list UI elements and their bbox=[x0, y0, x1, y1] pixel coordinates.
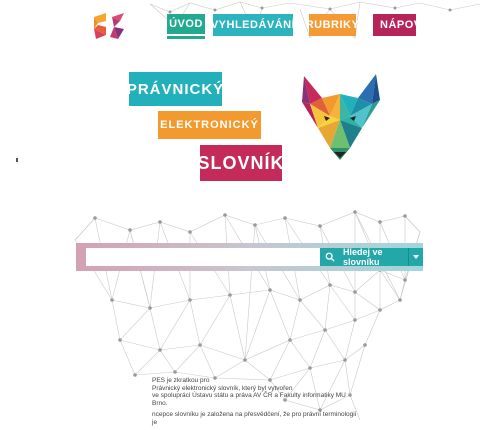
intro-line: PES je zkratkou pro bbox=[152, 377, 210, 384]
caret-down-icon bbox=[413, 255, 419, 259]
nav-item-vyhledavani[interactable]: Vyhledávání bbox=[211, 14, 295, 36]
intro-line: ncepce slovníku je založena na přesvědče… bbox=[152, 411, 357, 426]
search-dropdown-toggle[interactable] bbox=[408, 248, 423, 266]
title-line-1: Právnický bbox=[127, 72, 223, 106]
search-button[interactable]: Hledej ve slovníku bbox=[320, 247, 408, 267]
nav-item-rubriky[interactable]: Rubriky bbox=[306, 14, 359, 36]
intro-line: Právnický elektronický slovník, který by… bbox=[152, 384, 293, 392]
intro-line: ve spolupráci Ústavu státu a práva AV ČR… bbox=[152, 392, 346, 407]
title-line-3: Slovník bbox=[198, 145, 284, 181]
network-background bbox=[74, 1, 481, 421]
nav-item-uvod[interactable]: Úvod bbox=[167, 14, 205, 36]
search-icon bbox=[325, 252, 335, 262]
nav-item-napoveda[interactable]: Nápově bbox=[373, 14, 429, 36]
decorative-mark bbox=[16, 158, 18, 162]
search-button-label: Hledej ve slovníku bbox=[342, 247, 383, 267]
fox-mascot-icon bbox=[302, 74, 380, 160]
es-logo[interactable] bbox=[92, 13, 128, 41]
title-line-2: Elektronický bbox=[158, 111, 261, 139]
intro-text: PES je zkratkou pro Právnický elektronic… bbox=[152, 377, 362, 430]
search-input[interactable] bbox=[86, 248, 320, 266]
